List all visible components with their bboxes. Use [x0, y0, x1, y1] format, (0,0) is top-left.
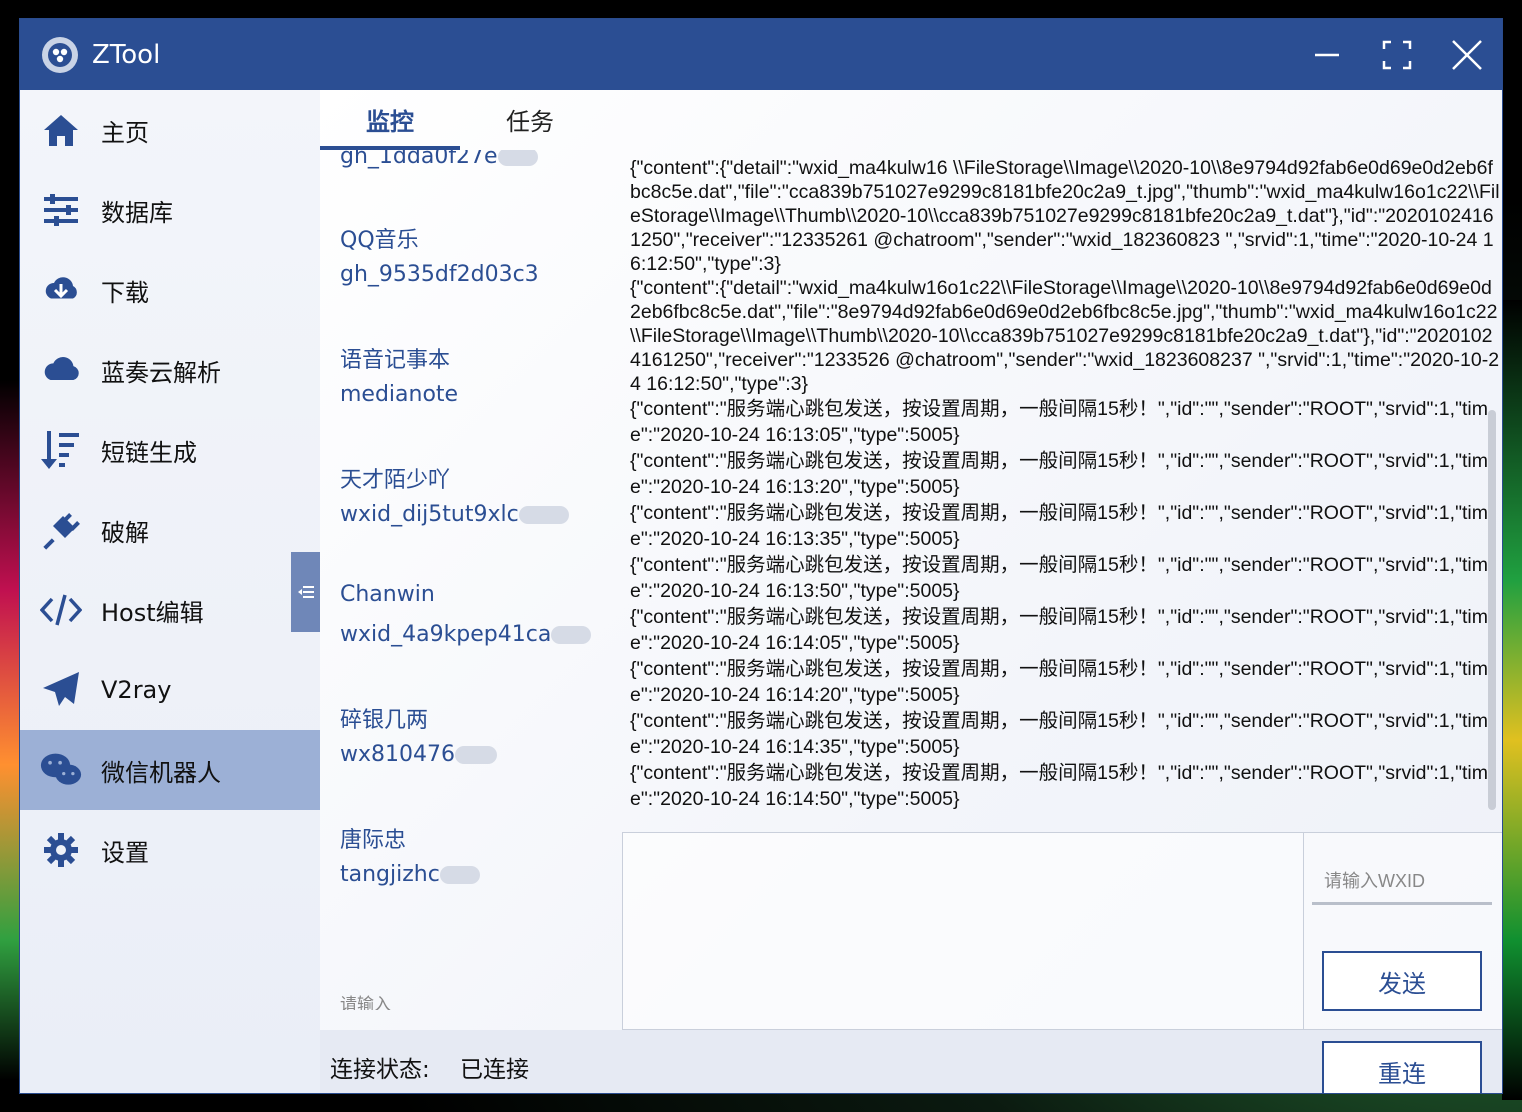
- home-icon: [40, 109, 82, 151]
- log-entry: {"content":"服务端心跳包发送，按设置周期，一般间隔15秒！","id…: [630, 762, 1488, 810]
- wechat-icon: [40, 749, 82, 791]
- maximize-icon: [1382, 40, 1412, 69]
- sidebar-collapse-button[interactable]: [291, 552, 320, 632]
- sidebar-item-lanzou[interactable]: 蓝奏云解析: [20, 330, 320, 410]
- sidebar-item-label: 微信机器人: [101, 758, 221, 787]
- sidebar-item-label: 设置: [101, 838, 149, 867]
- sidebar-item-v2ray[interactable]: V2ray: [20, 650, 320, 730]
- message-compose-area[interactable]: [622, 832, 1304, 1030]
- contact-id[interactable]: wxid_dij5tut9xlc: [340, 502, 569, 527]
- log-entry: {"content":{"detail":"wxid_ma4kulw16o1c2…: [630, 277, 1500, 395]
- contact-name[interactable]: QQ音乐: [340, 222, 419, 254]
- message-log[interactable]: {"content":{"detail":"wxid_ma4kulw16 \\F…: [630, 156, 1500, 816]
- wxid-input[interactable]: [1312, 861, 1492, 905]
- minimize-button[interactable]: [1292, 19, 1362, 90]
- sidebar-item-database[interactable]: 数据库: [20, 170, 320, 250]
- cloud-icon: [40, 349, 82, 391]
- app-window: ZTool 主页 数据库 下载 蓝奏云解析 短链生成 破解 Host编辑 V2r…: [19, 18, 1503, 1094]
- contact-id[interactable]: medianote: [340, 382, 458, 407]
- desktop-wallpaper-right: [1502, 300, 1522, 1100]
- sidebar-item-label: Host编辑: [101, 598, 204, 627]
- contact-name[interactable]: 碎银几两: [340, 702, 428, 734]
- cloud-download-icon: [40, 269, 82, 311]
- desktop-wallpaper-left: [0, 380, 20, 1080]
- sliders-icon: [40, 189, 82, 231]
- contact-id[interactable]: gh_1dda0f27e: [340, 150, 538, 169]
- sidebar-item-home[interactable]: 主页: [20, 90, 320, 170]
- reconnect-button[interactable]: 重连: [1322, 1041, 1482, 1093]
- sidebar-item-label: 蓝奏云解析: [101, 358, 221, 387]
- connection-status-value: 已连接: [460, 1057, 529, 1083]
- log-entry: {"content":"服务端心跳包发送，按设置周期，一般间隔15秒！","id…: [630, 398, 1488, 446]
- app-title: ZTool: [92, 39, 161, 70]
- log-entry: {"content":"服务端心跳包发送，按设置周期，一般间隔15秒！","id…: [630, 710, 1488, 758]
- log-entry: {"content":"服务端心跳包发送，按设置周期，一般间隔15秒！","id…: [630, 502, 1488, 550]
- collapse-icon: [297, 586, 314, 598]
- sidebar-item-label: 破解: [101, 518, 149, 547]
- sidebar-item-download[interactable]: 下载: [20, 250, 320, 330]
- tab-monitor[interactable]: 监控: [366, 102, 414, 137]
- log-entry: {"content":"服务端心跳包发送，按设置周期，一般间隔15秒！","id…: [630, 606, 1488, 654]
- tab-task[interactable]: 任务: [506, 102, 554, 137]
- plug-icon: [40, 509, 82, 551]
- log-entry: {"content":"服务端心跳包发送，按设置周期，一般间隔15秒！","id…: [630, 658, 1488, 706]
- sidebar-item-crack[interactable]: 破解: [20, 490, 320, 570]
- contact-id[interactable]: gh_9535df2d03c3: [340, 262, 539, 287]
- log-entry: {"content":{"detail":"wxid_ma4kulw16 \\F…: [630, 157, 1500, 275]
- sidebar-item-label: 数据库: [101, 198, 173, 227]
- code-icon: [40, 589, 82, 631]
- contact-name[interactable]: 天才陌少吖: [340, 462, 450, 494]
- log-entry: {"content":"服务端心跳包发送，按设置周期，一般间隔15秒！","id…: [630, 554, 1488, 602]
- contact-name[interactable]: Chanwin: [340, 582, 435, 607]
- contact-search-input[interactable]: 请输入: [340, 990, 391, 1010]
- title-bar[interactable]: ZTool: [20, 19, 1502, 90]
- sidebar-item-settings[interactable]: 设置: [20, 810, 320, 890]
- maximize-button[interactable]: [1362, 19, 1432, 90]
- tab-bar: 监控 任务: [320, 90, 620, 150]
- contact-name[interactable]: 唐际忠: [340, 822, 406, 854]
- sidebar-item-label: 短链生成: [101, 438, 197, 467]
- close-icon: [1452, 39, 1482, 70]
- contact-id[interactable]: wx810476: [340, 742, 497, 767]
- sidebar-item-label: 主页: [101, 118, 149, 147]
- contact-list[interactable]: gh_1dda0f27e QQ音乐 gh_9535df2d03c3 语音记事本 …: [320, 150, 620, 1010]
- send-button[interactable]: 发送: [1322, 951, 1482, 1011]
- log-entry: {"content":"服务端心跳包发送，按设置周期，一般间隔15秒！","id…: [630, 450, 1488, 498]
- sidebar-item-label: 下载: [101, 278, 149, 307]
- sidebar-item-shortlink[interactable]: 短链生成: [20, 410, 320, 490]
- gear-icon: [40, 829, 82, 871]
- connection-status-label: 连接状态:: [330, 1057, 430, 1083]
- app-logo-icon: [42, 36, 78, 73]
- main-panel: 监控 任务 gh_1dda0f27e QQ音乐 gh_9535df2d03c3 …: [320, 90, 1502, 1093]
- close-button[interactable]: [1432, 19, 1502, 90]
- contact-id[interactable]: wxid_4a9kpep41ca: [340, 622, 592, 647]
- contact-name[interactable]: 语音记事本: [340, 342, 450, 374]
- window-controls: [1292, 19, 1502, 90]
- log-scrollbar[interactable]: [1488, 410, 1496, 810]
- minimize-icon: [1315, 53, 1339, 56]
- contact-id[interactable]: tangjizhc: [340, 862, 480, 887]
- sort-icon: [40, 429, 82, 471]
- sidebar-item-wechat-bot[interactable]: 微信机器人: [20, 730, 320, 810]
- paper-plane-icon: [40, 669, 82, 711]
- sidebar-item-host[interactable]: Host编辑: [20, 570, 320, 650]
- sidebar: 主页 数据库 下载 蓝奏云解析 短链生成 破解 Host编辑 V2ray 微信机…: [20, 90, 320, 1093]
- sidebar-item-label: V2ray: [101, 676, 172, 704]
